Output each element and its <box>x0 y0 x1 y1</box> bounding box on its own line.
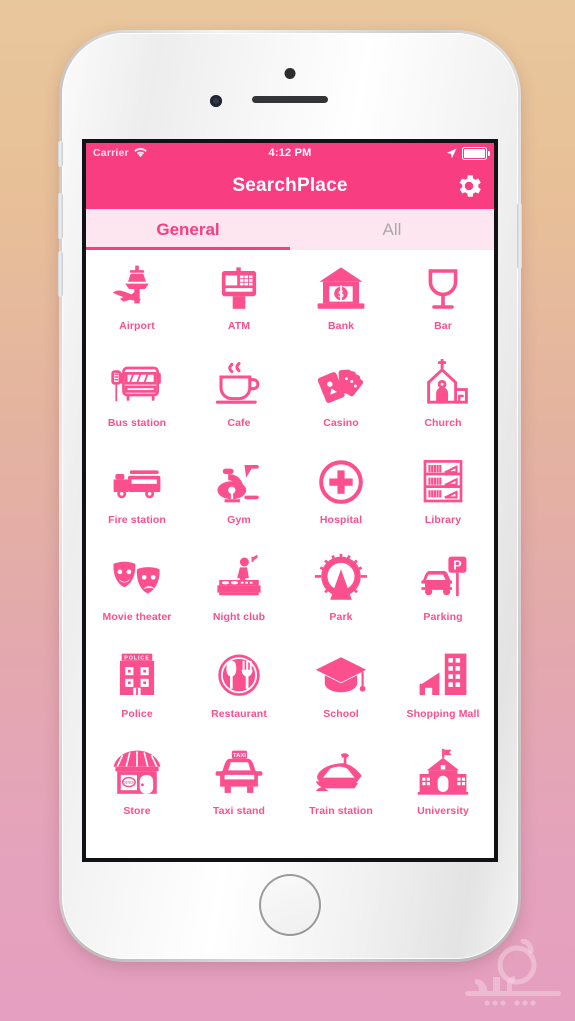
grid-item-label: Cafe <box>227 417 251 429</box>
nav-bar: SearchPlace <box>86 163 494 209</box>
grid-item-label: School <box>323 708 359 720</box>
grid-item-night-club[interactable]: Night club <box>188 547 290 644</box>
svg-text:TAXI: TAXI <box>233 753 246 759</box>
grid-item-label: Airport <box>119 320 155 332</box>
grid-item-label: Casino <box>323 417 359 429</box>
status-bar-right <box>312 146 491 160</box>
grid-item-store[interactable]: OPEN Store <box>86 741 188 838</box>
grid-item-label: Shopping Mall <box>406 708 480 720</box>
earpiece-speaker <box>252 96 328 103</box>
grid-item-label: Bar <box>434 320 452 332</box>
svg-text:OPEN: OPEN <box>123 780 136 785</box>
category-grid: Airport ATM Bank Bar Bus station Cafe Ca… <box>86 250 494 838</box>
svg-text:P: P <box>453 559 461 573</box>
grid-item-label: Restaurant <box>211 708 267 720</box>
proximity-sensor-icon <box>210 95 222 107</box>
battery-fill <box>464 148 486 158</box>
grid-item-airport[interactable]: Airport <box>86 256 188 353</box>
grid-item-park[interactable]: Park <box>290 547 392 644</box>
grid-item-university[interactable]: University <box>392 741 494 838</box>
grid-item-label: ATM <box>227 320 251 332</box>
tab-all-label: All <box>382 219 402 239</box>
status-bar: Carrier 4:12 PM <box>86 143 494 163</box>
grid-item-label: Bus station <box>107 417 167 429</box>
grid-item-bus-station[interactable]: Bus station <box>86 353 188 450</box>
grid-item-hospital[interactable]: Hospital <box>290 450 392 547</box>
grid-item-label: Bank <box>327 320 355 332</box>
grid-item-school[interactable]: School <box>290 644 392 741</box>
phone-device: Carrier 4:12 PM SearchPlace General All … <box>58 30 522 962</box>
wifi-icon <box>134 147 147 158</box>
tab-general-label: General <box>156 219 220 239</box>
grid-item-restaurant[interactable]: Restaurant <box>188 644 290 741</box>
status-bar-left: Carrier <box>93 147 269 159</box>
volume-down-button[interactable] <box>58 251 63 297</box>
grid-item-label: Night club <box>212 611 266 623</box>
grid-item-label: Police <box>121 708 153 720</box>
grid-item-movie-theater[interactable]: Movie theater <box>86 547 188 644</box>
volume-up-button[interactable] <box>58 193 63 239</box>
grid-item-police[interactable]: POLICE Police <box>86 644 188 741</box>
grid-item-atm[interactable]: ATM <box>188 256 290 353</box>
grid-item-cafe[interactable]: Cafe <box>188 353 290 450</box>
tab-general[interactable]: General <box>86 209 290 250</box>
grid-item-train-station[interactable]: Train station <box>290 741 392 838</box>
silent-switch[interactable] <box>58 141 63 167</box>
grid-item-label: Church <box>424 417 462 429</box>
grid-item-label: Library <box>424 514 462 526</box>
grid-item-label: Hospital <box>319 514 363 526</box>
grid-item-fire-station[interactable]: Fire station <box>86 450 188 547</box>
grid-item-church[interactable]: Church <box>392 353 494 450</box>
grid-item-label: Movie theater <box>102 611 172 623</box>
tab-all[interactable]: All <box>290 209 494 250</box>
battery-full-icon <box>462 146 491 160</box>
gear-icon[interactable] <box>454 171 484 201</box>
grid-item-bar[interactable]: Bar <box>392 256 494 353</box>
grid-item-label: Gym <box>227 514 251 526</box>
carrier-label: Carrier <box>93 147 129 159</box>
grid-item-parking[interactable]: P Parking <box>392 547 494 644</box>
grid-item-gym[interactable]: Gym <box>188 450 290 547</box>
grid-item-label: Train station <box>309 805 373 817</box>
tab-bar: General All <box>86 209 494 250</box>
location-arrow-icon <box>446 148 457 159</box>
status-bar-time: 4:12 PM <box>268 147 312 159</box>
front-camera-icon <box>284 68 296 79</box>
grid-item-label: Parking <box>423 611 463 623</box>
grid-item-bank[interactable]: S Bank <box>290 256 392 353</box>
grid-item-label: Taxi stand <box>212 805 266 817</box>
phone-screen: Carrier 4:12 PM SearchPlace General All … <box>86 143 494 858</box>
power-button[interactable] <box>517 203 522 269</box>
grid-item-label: Store <box>123 805 151 817</box>
grid-item-shopping-mall[interactable]: Shopping Mall <box>392 644 494 741</box>
grid-item-label: Park <box>329 611 353 623</box>
grid-item-label: University <box>417 805 469 817</box>
page-title: SearchPlace <box>232 175 348 196</box>
grid-item-taxi-stand[interactable]: TAXI Taxi stand <box>188 741 290 838</box>
svg-text:POLICE: POLICE <box>124 656 149 662</box>
grid-item-library[interactable]: Library <box>392 450 494 547</box>
grid-item-casino[interactable]: Casino <box>290 353 392 450</box>
grid-item-label: Fire station <box>108 514 166 526</box>
home-button[interactable] <box>259 874 321 936</box>
